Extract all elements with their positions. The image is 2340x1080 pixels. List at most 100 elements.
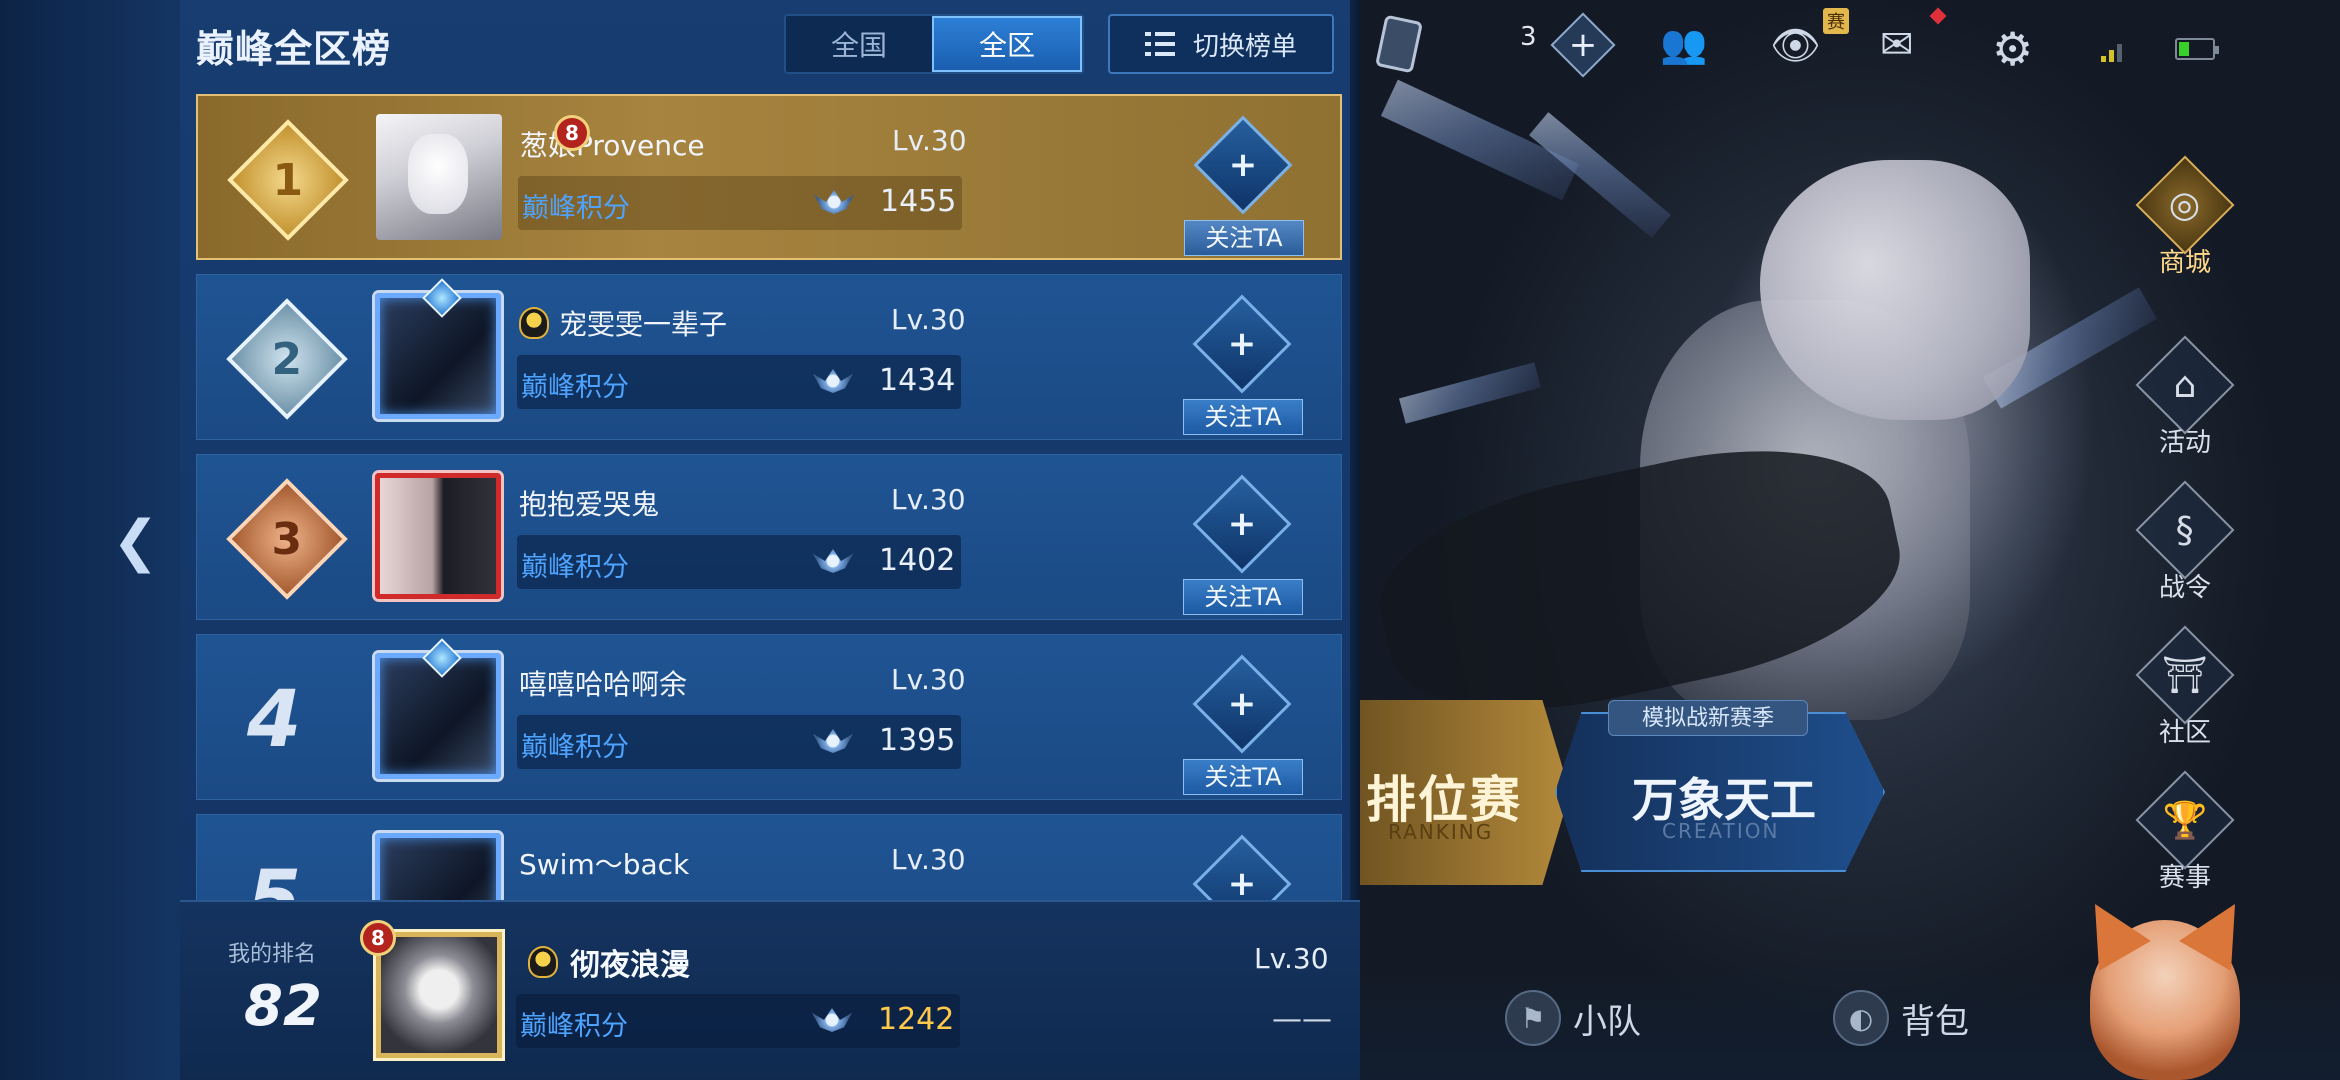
player-name-wrap: 宠雯雯一辈子 xyxy=(519,303,727,343)
add-currency-button[interactable]: + xyxy=(1550,12,1616,78)
score-label: 巅峰积分 xyxy=(521,732,629,763)
rank-number: 2 xyxy=(271,333,303,385)
add-friend-icon[interactable]: + xyxy=(1192,294,1292,394)
follow-button[interactable]: 关注TA xyxy=(1183,759,1303,795)
side-menu-community[interactable]: ⛩ 社区 xyxy=(2120,625,2250,749)
leaderboard-row[interactable]: 4 嘻嘻哈哈啊余 Lv.30 巅峰积分 1395 + 关注TA xyxy=(196,634,1342,800)
side-menu-shop[interactable]: ◎ 商城 xyxy=(2120,155,2250,279)
gear-icon[interactable]: ⚙ xyxy=(1992,22,2033,76)
penguin-icon xyxy=(528,946,558,978)
avatar[interactable] xyxy=(375,833,501,900)
follow-button[interactable]: 关注TA xyxy=(1183,399,1303,435)
my-rank-number: 82 xyxy=(244,974,322,1039)
peak-emblem-icon xyxy=(813,361,853,401)
my-level: Lv.30 xyxy=(1254,942,1329,975)
peak-emblem-icon xyxy=(813,541,853,581)
player-name: 抱抱爱哭鬼 xyxy=(519,488,660,521)
follow-control[interactable]: + xyxy=(1183,834,1303,900)
side-menu-battlepass[interactable]: § 战令 xyxy=(2120,480,2250,604)
score-value: 1455 xyxy=(880,184,957,219)
score-box: 巅峰积分 1455 xyxy=(518,176,962,230)
side-menu-activity[interactable]: ⌂ 活动 xyxy=(2120,335,2250,459)
add-friend-icon[interactable]: + xyxy=(1192,654,1292,754)
gold-medal-icon: 1 xyxy=(227,119,349,241)
side-menu-events[interactable]: 🏆 赛事 xyxy=(2120,770,2250,894)
gift-icon: ⌂ xyxy=(2135,335,2235,435)
event-badge: 赛 xyxy=(1823,8,1849,34)
follow-control[interactable]: + 关注TA xyxy=(1183,474,1303,617)
friends-icon[interactable]: 👥 xyxy=(1660,22,1707,67)
bronze-medal-icon: 3 xyxy=(226,478,348,600)
mascot-avatar[interactable] xyxy=(2090,920,2240,1080)
avatar[interactable] xyxy=(375,638,501,779)
peak-emblem-icon xyxy=(814,182,854,222)
score-box: 巅峰积分 1402 xyxy=(517,535,961,589)
community-icon: ⛩ xyxy=(2135,625,2235,725)
my-name-wrap: 彻夜浪漫 xyxy=(528,940,690,984)
plus-icon: + xyxy=(1568,25,1598,65)
follow-button[interactable]: 关注TA xyxy=(1183,579,1303,615)
card-icon[interactable] xyxy=(1375,14,1423,74)
level-badge: 8 xyxy=(554,115,590,151)
bag-button[interactable]: ◐ 背包 xyxy=(1833,990,1969,1046)
leaderboard-row[interactable]: 3 抱抱爱哭鬼 Lv.30 巅峰积分 1402 + 关注TA xyxy=(196,454,1342,620)
back-arrow-icon[interactable]: ❮ xyxy=(112,512,162,572)
player-name: Swim～back xyxy=(519,848,690,881)
ranking-mode-button[interactable]: 排位赛 RANKING xyxy=(1340,700,1570,885)
follow-control[interactable]: + 关注TA xyxy=(1183,654,1303,797)
avatar[interactable] xyxy=(375,278,501,419)
avatar[interactable] xyxy=(375,473,501,599)
player-name: 嘻嘻哈哈啊余 xyxy=(519,668,688,701)
score-label: 巅峰积分 xyxy=(521,552,629,583)
player-level: Lv.30 xyxy=(891,303,966,336)
my-follow-placeholder: —— xyxy=(1272,1002,1332,1037)
avatar[interactable] xyxy=(376,114,502,240)
avatar[interactable] xyxy=(376,932,502,1058)
battery-icon xyxy=(2175,38,2219,60)
leaderboard-row[interactable]: 1 葱娘Provence Lv.30 巅峰积分 1455 + 关注TA xyxy=(196,94,1342,260)
add-friend-icon[interactable]: + xyxy=(1192,834,1292,900)
follow-button[interactable]: 关注TA xyxy=(1184,220,1304,256)
player-level: Lv.30 xyxy=(892,124,967,157)
my-rank-label: 我的排名 xyxy=(228,942,317,967)
shop-icon: ◎ xyxy=(2135,155,2235,255)
switch-leaderboard-label: 切换榜单 xyxy=(1192,31,1297,62)
status-bar: 3 + 👥 👁 赛 ✉ ⚙ xyxy=(1375,7,2320,80)
bag-icon: ◐ xyxy=(1833,990,1889,1046)
rank-number: 3 xyxy=(271,513,303,565)
add-friend-icon[interactable]: + xyxy=(1193,115,1293,215)
leaderboard-row[interactable]: 5 Swim～back Lv.30 + xyxy=(196,814,1342,900)
follow-control[interactable]: + 关注TA xyxy=(1183,294,1303,437)
leaderboard-row[interactable]: 2 宠雯雯一辈子 Lv.30 巅峰积分 1434 + 关注TA xyxy=(196,274,1342,440)
notification-dot xyxy=(1929,7,1947,25)
spectate-icon[interactable]: 👁 xyxy=(1770,22,1821,69)
score-box: 巅峰积分 1395 xyxy=(517,715,961,769)
score-box: 巅峰积分 1242 xyxy=(516,994,960,1048)
follow-control[interactable]: + 关注TA xyxy=(1184,115,1304,258)
score-label: 巅峰积分 xyxy=(522,193,630,224)
trophy-icon: 🏆 xyxy=(2135,770,2235,870)
ranking-mode-subtitle: RANKING xyxy=(1388,820,1494,844)
level-badge: 8 xyxy=(360,920,396,956)
tab-national[interactable]: 全国 xyxy=(786,16,932,72)
score-value: 1402 xyxy=(879,543,956,578)
switch-leaderboard-button[interactable]: 切换榜单 xyxy=(1108,14,1334,74)
tab-server[interactable]: 全区 xyxy=(932,16,1082,72)
team-button[interactable]: ⚑ 小队 xyxy=(1505,990,1641,1046)
player-name: 宠雯雯一辈子 xyxy=(559,308,728,341)
score-label: 巅峰积分 xyxy=(521,372,629,403)
list-icon xyxy=(1144,32,1175,56)
leaderboard-list[interactable]: 1 葱娘Provence Lv.30 巅峰积分 1455 + 关注TA 2 宠雯… xyxy=(196,92,1342,900)
dragon-icon: § xyxy=(2135,480,2235,580)
creation-mode-subtitle: CREATION xyxy=(1662,819,1780,843)
rank-number: 1 xyxy=(272,154,304,206)
add-friend-icon[interactable]: + xyxy=(1192,474,1292,574)
creation-mode-tag: 模拟战新赛季 xyxy=(1608,700,1808,736)
player-level: Lv.30 xyxy=(891,663,966,696)
silver-medal-icon: 2 xyxy=(226,298,348,420)
rank-number: 4 xyxy=(247,675,302,765)
my-score-value: 1242 xyxy=(878,1002,955,1037)
score-label: 巅峰积分 xyxy=(520,1011,628,1042)
mail-icon[interactable]: ✉ xyxy=(1880,22,1914,68)
page-title: 巅峰全区榜 xyxy=(196,27,392,71)
